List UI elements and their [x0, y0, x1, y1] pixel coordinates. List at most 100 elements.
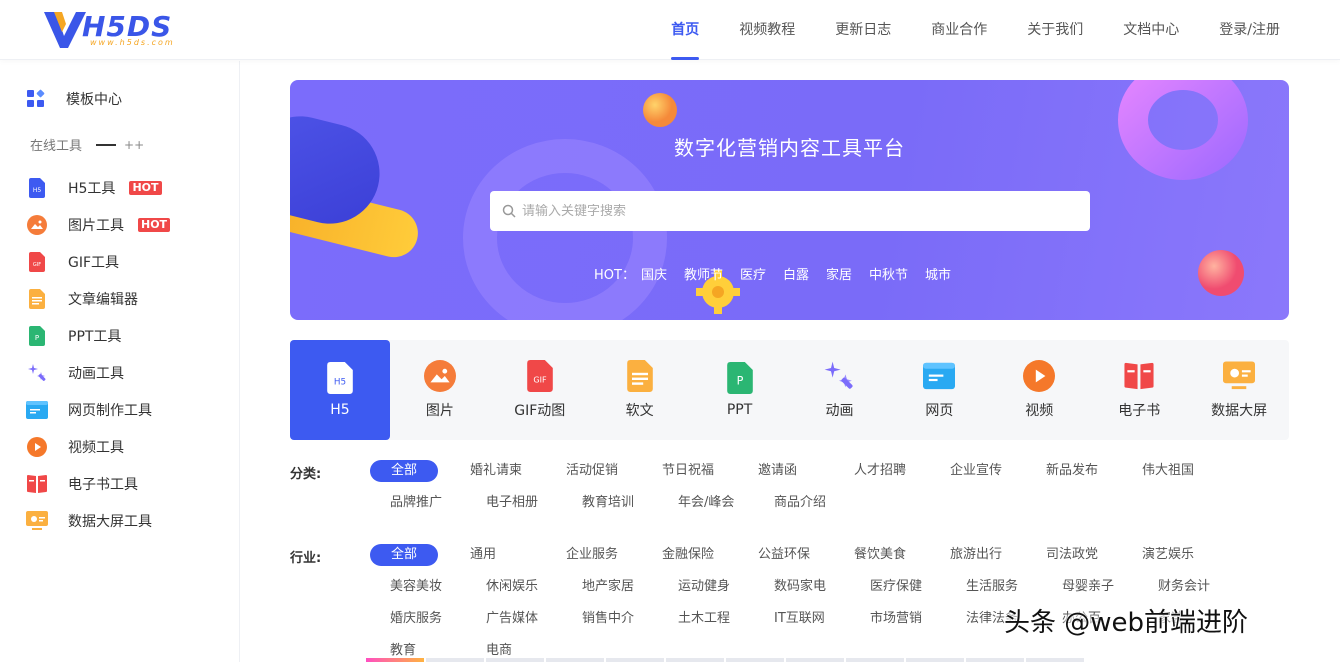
gif-icon: GIF: [524, 360, 556, 392]
template-thumb[interactable]: [486, 658, 544, 662]
industry-option[interactable]: 休闲娱乐: [466, 576, 562, 598]
sidebar-item-image[interactable]: 图片工具 HOT: [26, 206, 171, 243]
industry-option[interactable]: 广告媒体: [466, 608, 562, 630]
expand-toggle[interactable]: ++: [124, 138, 144, 152]
hot-keyword[interactable]: 国庆: [641, 264, 667, 283]
template-thumb[interactable]: [666, 658, 724, 662]
industry-option[interactable]: 生活服务: [946, 576, 1042, 598]
industry-option[interactable]: 母婴亲子: [1042, 576, 1138, 598]
industry-option[interactable]: 美容美妆: [370, 576, 466, 598]
category-option[interactable]: 品牌推广: [370, 492, 466, 514]
category-option[interactable]: 年会/峰会: [658, 492, 754, 514]
category-option[interactable]: 商品介绍: [754, 492, 850, 514]
industry-option[interactable]: 土木工程: [658, 608, 754, 630]
category-option[interactable]: 全部: [370, 460, 438, 482]
tile-article[interactable]: 软文: [590, 340, 690, 440]
tile-image[interactable]: 图片: [390, 340, 490, 440]
category-option[interactable]: 邀请函: [738, 460, 834, 482]
sidebar-item-ebook[interactable]: 电子书工具: [26, 465, 170, 502]
logo[interactable]: H5DS www.h5ds.com: [42, 8, 202, 50]
industry-option[interactable]: 医疗保健: [850, 576, 946, 598]
hot-keyword[interactable]: 医疗: [740, 264, 766, 283]
industry-option[interactable]: 数码家电: [754, 576, 850, 598]
category-option[interactable]: 婚礼请柬: [450, 460, 546, 482]
industry-option[interactable]: 金融保险: [642, 544, 738, 566]
industry-option[interactable]: 餐饮美食: [834, 544, 930, 566]
category-option[interactable]: 企业宣传: [930, 460, 1026, 482]
hot-keyword[interactable]: 中秋节: [869, 264, 908, 283]
category-option[interactable]: 伟大祖国: [1122, 460, 1218, 482]
tile-ebook[interactable]: 电子书: [1089, 340, 1189, 440]
search-box[interactable]: [490, 191, 1090, 231]
hot-keyword[interactable]: 家居: [826, 264, 852, 283]
tile-dashboard[interactable]: 数据大屏: [1189, 340, 1289, 440]
industry-option[interactable]: 全部: [370, 544, 438, 566]
template-thumb[interactable]: [726, 658, 784, 662]
template-center-link[interactable]: 模板中心: [26, 89, 122, 109]
template-center-label: 模板中心: [66, 92, 122, 108]
template-thumb[interactable]: [426, 658, 484, 662]
sidebar-item-webpage[interactable]: 网页制作工具: [26, 391, 170, 428]
sidebar-item-video[interactable]: 视频工具: [26, 428, 170, 465]
category-option[interactable]: 节日祝福: [642, 460, 738, 482]
industry-option[interactable]: 销售中介: [562, 608, 658, 630]
template-thumb[interactable]: [1026, 658, 1084, 662]
sidebar-item-ppt[interactable]: P PPT工具: [26, 317, 170, 354]
hot-keyword[interactable]: 白露: [783, 264, 809, 283]
industry-option[interactable]: 地产家居: [562, 576, 658, 598]
tile-ppt[interactable]: P PPT: [690, 340, 790, 440]
tile-webpage[interactable]: 网页: [889, 340, 989, 440]
industry-option[interactable]: 通用: [450, 544, 546, 566]
ppt-icon: P: [724, 362, 756, 394]
nav-login[interactable]: 登录/注册: [1199, 0, 1300, 60]
sidebar: 模板中心 在线工具 ++ H5 H5工具 HOT 图片工具 HOT GIF GI…: [0, 61, 240, 662]
sidebar-item-animation[interactable]: 动画工具: [26, 354, 170, 391]
tile-gif[interactable]: GIF GIF动图: [490, 340, 590, 440]
nav-changelog[interactable]: 更新日志: [815, 0, 911, 60]
template-thumb[interactable]: [906, 658, 964, 662]
industry-option[interactable]: 运动健身: [658, 576, 754, 598]
nav-docs[interactable]: 文档中心: [1103, 0, 1199, 60]
category-option[interactable]: 电子相册: [466, 492, 562, 514]
template-thumb[interactable]: [606, 658, 664, 662]
template-thumb[interactable]: [846, 658, 904, 662]
tile-label: GIF动图: [514, 403, 566, 419]
sidebar-item-dashboard[interactable]: 数据大屏工具: [26, 502, 170, 539]
nav-business[interactable]: 商业合作: [911, 0, 1007, 60]
hot-keyword[interactable]: 教师节: [684, 264, 723, 283]
svg-text:H5: H5: [334, 377, 346, 387]
industry-option[interactable]: 公益环保: [738, 544, 834, 566]
industry-option[interactable]: 婚庆服务: [370, 608, 466, 630]
nav-about[interactable]: 关于我们: [1007, 0, 1103, 60]
tile-label: 视频: [1025, 403, 1054, 419]
industry-option[interactable]: 财务会计: [1138, 576, 1234, 598]
industry-option[interactable]: 演艺娱乐: [1122, 544, 1218, 566]
industry-option[interactable]: 旅游出行: [930, 544, 1026, 566]
dashboard-icon: [26, 510, 48, 532]
template-thumb[interactable]: [546, 658, 604, 662]
category-option[interactable]: 教育培训: [562, 492, 658, 514]
video-icon: [26, 436, 48, 458]
industry-option[interactable]: IT互联网: [754, 608, 850, 630]
category-option[interactable]: 新品发布: [1026, 460, 1122, 482]
online-tools-label: 在线工具: [30, 139, 83, 154]
industry-option[interactable]: 市场营销: [850, 608, 946, 630]
hot-keyword[interactable]: 城市: [925, 264, 951, 283]
industry-option[interactable]: 企业服务: [546, 544, 642, 566]
nav-home[interactable]: 首页: [651, 0, 719, 60]
template-thumb[interactable]: [786, 658, 844, 662]
tile-h5[interactable]: H5 H5: [290, 340, 390, 440]
search-input[interactable]: [522, 203, 1090, 219]
tile-video[interactable]: 视频: [989, 340, 1089, 440]
category-option[interactable]: 人才招聘: [834, 460, 930, 482]
category-option[interactable]: 活动促销: [546, 460, 642, 482]
template-thumb[interactable]: [966, 658, 1024, 662]
industry-option[interactable]: 司法政党: [1026, 544, 1122, 566]
nav-video-tutorials[interactable]: 视频教程: [719, 0, 815, 60]
tile-animation[interactable]: 动画: [790, 340, 890, 440]
sidebar-item-gif[interactable]: GIF GIF工具: [26, 243, 170, 280]
sidebar-item-article[interactable]: 文章编辑器: [26, 280, 170, 317]
sidebar-item-label: 电子书工具: [68, 476, 138, 493]
sidebar-item-h5[interactable]: H5 H5工具 HOT: [26, 169, 170, 206]
template-thumb[interactable]: [366, 658, 424, 662]
